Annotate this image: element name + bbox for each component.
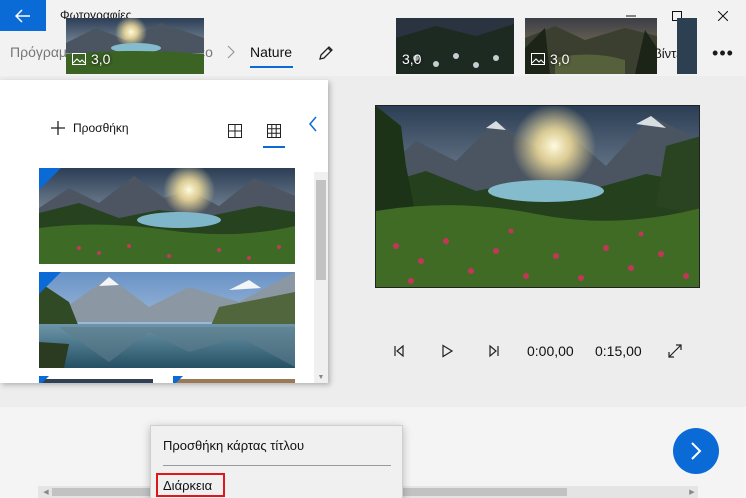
breadcrumb-underline — [250, 66, 293, 68]
library-thumbnail-dusk-valley[interactable] — [39, 376, 153, 383]
preview-image — [376, 106, 699, 287]
library-thumbnail-mountain-lake[interactable] — [39, 272, 295, 368]
scroll-left-icon[interactable]: ◀ — [40, 486, 52, 498]
step-back-button[interactable] — [388, 340, 410, 362]
back-button[interactable] — [0, 0, 46, 31]
clip-duration-text: 3,0 — [91, 51, 111, 67]
scroll-right-icon[interactable]: ▶ — [686, 486, 698, 498]
play-icon — [442, 344, 454, 358]
storyboard-clip[interactable]: 3,0 — [396, 18, 514, 74]
menu-separator — [163, 465, 391, 466]
clip-duration: 3,0 — [531, 51, 569, 67]
thumbnail-image — [173, 379, 295, 383]
large-grid-view-button[interactable] — [224, 120, 246, 142]
play-button[interactable] — [436, 340, 458, 362]
thumbnail-image — [39, 379, 153, 383]
view-active-indicator — [263, 146, 285, 148]
total-time: 0:15,00 — [595, 343, 642, 359]
chevron-right-icon — [691, 442, 702, 460]
collapse-library-button[interactable] — [303, 114, 323, 134]
close-icon — [718, 10, 728, 21]
storyboard-clip[interactable]: 3,0 — [525, 18, 657, 74]
plus-icon — [51, 121, 65, 135]
clip-duration-text: 3,0 — [402, 51, 422, 67]
expand-icon — [668, 344, 682, 358]
in-use-flag — [39, 376, 49, 383]
video-preview[interactable] — [375, 105, 700, 288]
highlight-box — [156, 473, 225, 497]
back-arrow-icon — [15, 8, 30, 23]
small-grid-view-button[interactable] — [263, 120, 285, 142]
rename-button[interactable] — [314, 41, 338, 65]
clip-thumbnail — [677, 18, 697, 74]
storyboard-clip[interactable]: 3,0 — [66, 18, 204, 74]
library-scroll-thumb[interactable] — [316, 180, 326, 280]
fullscreen-button[interactable] — [664, 340, 686, 362]
add-media-label: Προσθήκη — [73, 121, 129, 135]
clip-duration-text: 3,0 — [550, 51, 570, 67]
chevron-left-icon — [309, 116, 317, 132]
library-thumbnail-sunset-forest[interactable] — [173, 376, 295, 383]
step-forward-icon — [489, 344, 499, 358]
storyboard-clip-partial[interactable] — [677, 18, 697, 74]
clip-context-menu: Προσθήκη κάρτας τίτλου Διάρκεια — [150, 425, 403, 498]
grid-large-icon — [228, 124, 242, 138]
more-options-button[interactable]: ••• — [708, 39, 738, 67]
clip-duration: 3,0 — [402, 51, 421, 67]
thumbnail-image — [39, 168, 295, 264]
storyboard-next-button[interactable] — [673, 428, 719, 474]
in-use-flag — [173, 376, 183, 383]
breadcrumb-current[interactable]: Nature — [250, 44, 292, 60]
chevron-right-icon — [227, 45, 235, 59]
current-time: 0:00,00 — [527, 343, 574, 359]
library-thumbnail-sunset-lake[interactable] — [39, 168, 295, 264]
thumbnail-image — [39, 272, 295, 368]
step-forward-button[interactable] — [483, 340, 505, 362]
add-media-button[interactable]: Προσθήκη — [50, 120, 129, 136]
image-icon — [531, 53, 545, 65]
menu-item-add-title-card[interactable]: Προσθήκη κάρτας τίτλου — [163, 438, 304, 453]
step-back-icon — [394, 344, 404, 358]
pencil-icon — [319, 46, 333, 60]
image-icon — [72, 53, 86, 65]
more-icon: ••• — [712, 42, 734, 63]
close-button[interactable] — [700, 0, 746, 31]
in-use-flag — [39, 168, 61, 190]
project-library-panel: Προσθήκη ▼ — [0, 80, 328, 383]
clip-duration: 3,0 — [72, 51, 110, 67]
grid-small-icon — [267, 124, 281, 138]
in-use-flag — [39, 272, 61, 294]
scroll-down-icon[interactable]: ▼ — [314, 372, 328, 382]
